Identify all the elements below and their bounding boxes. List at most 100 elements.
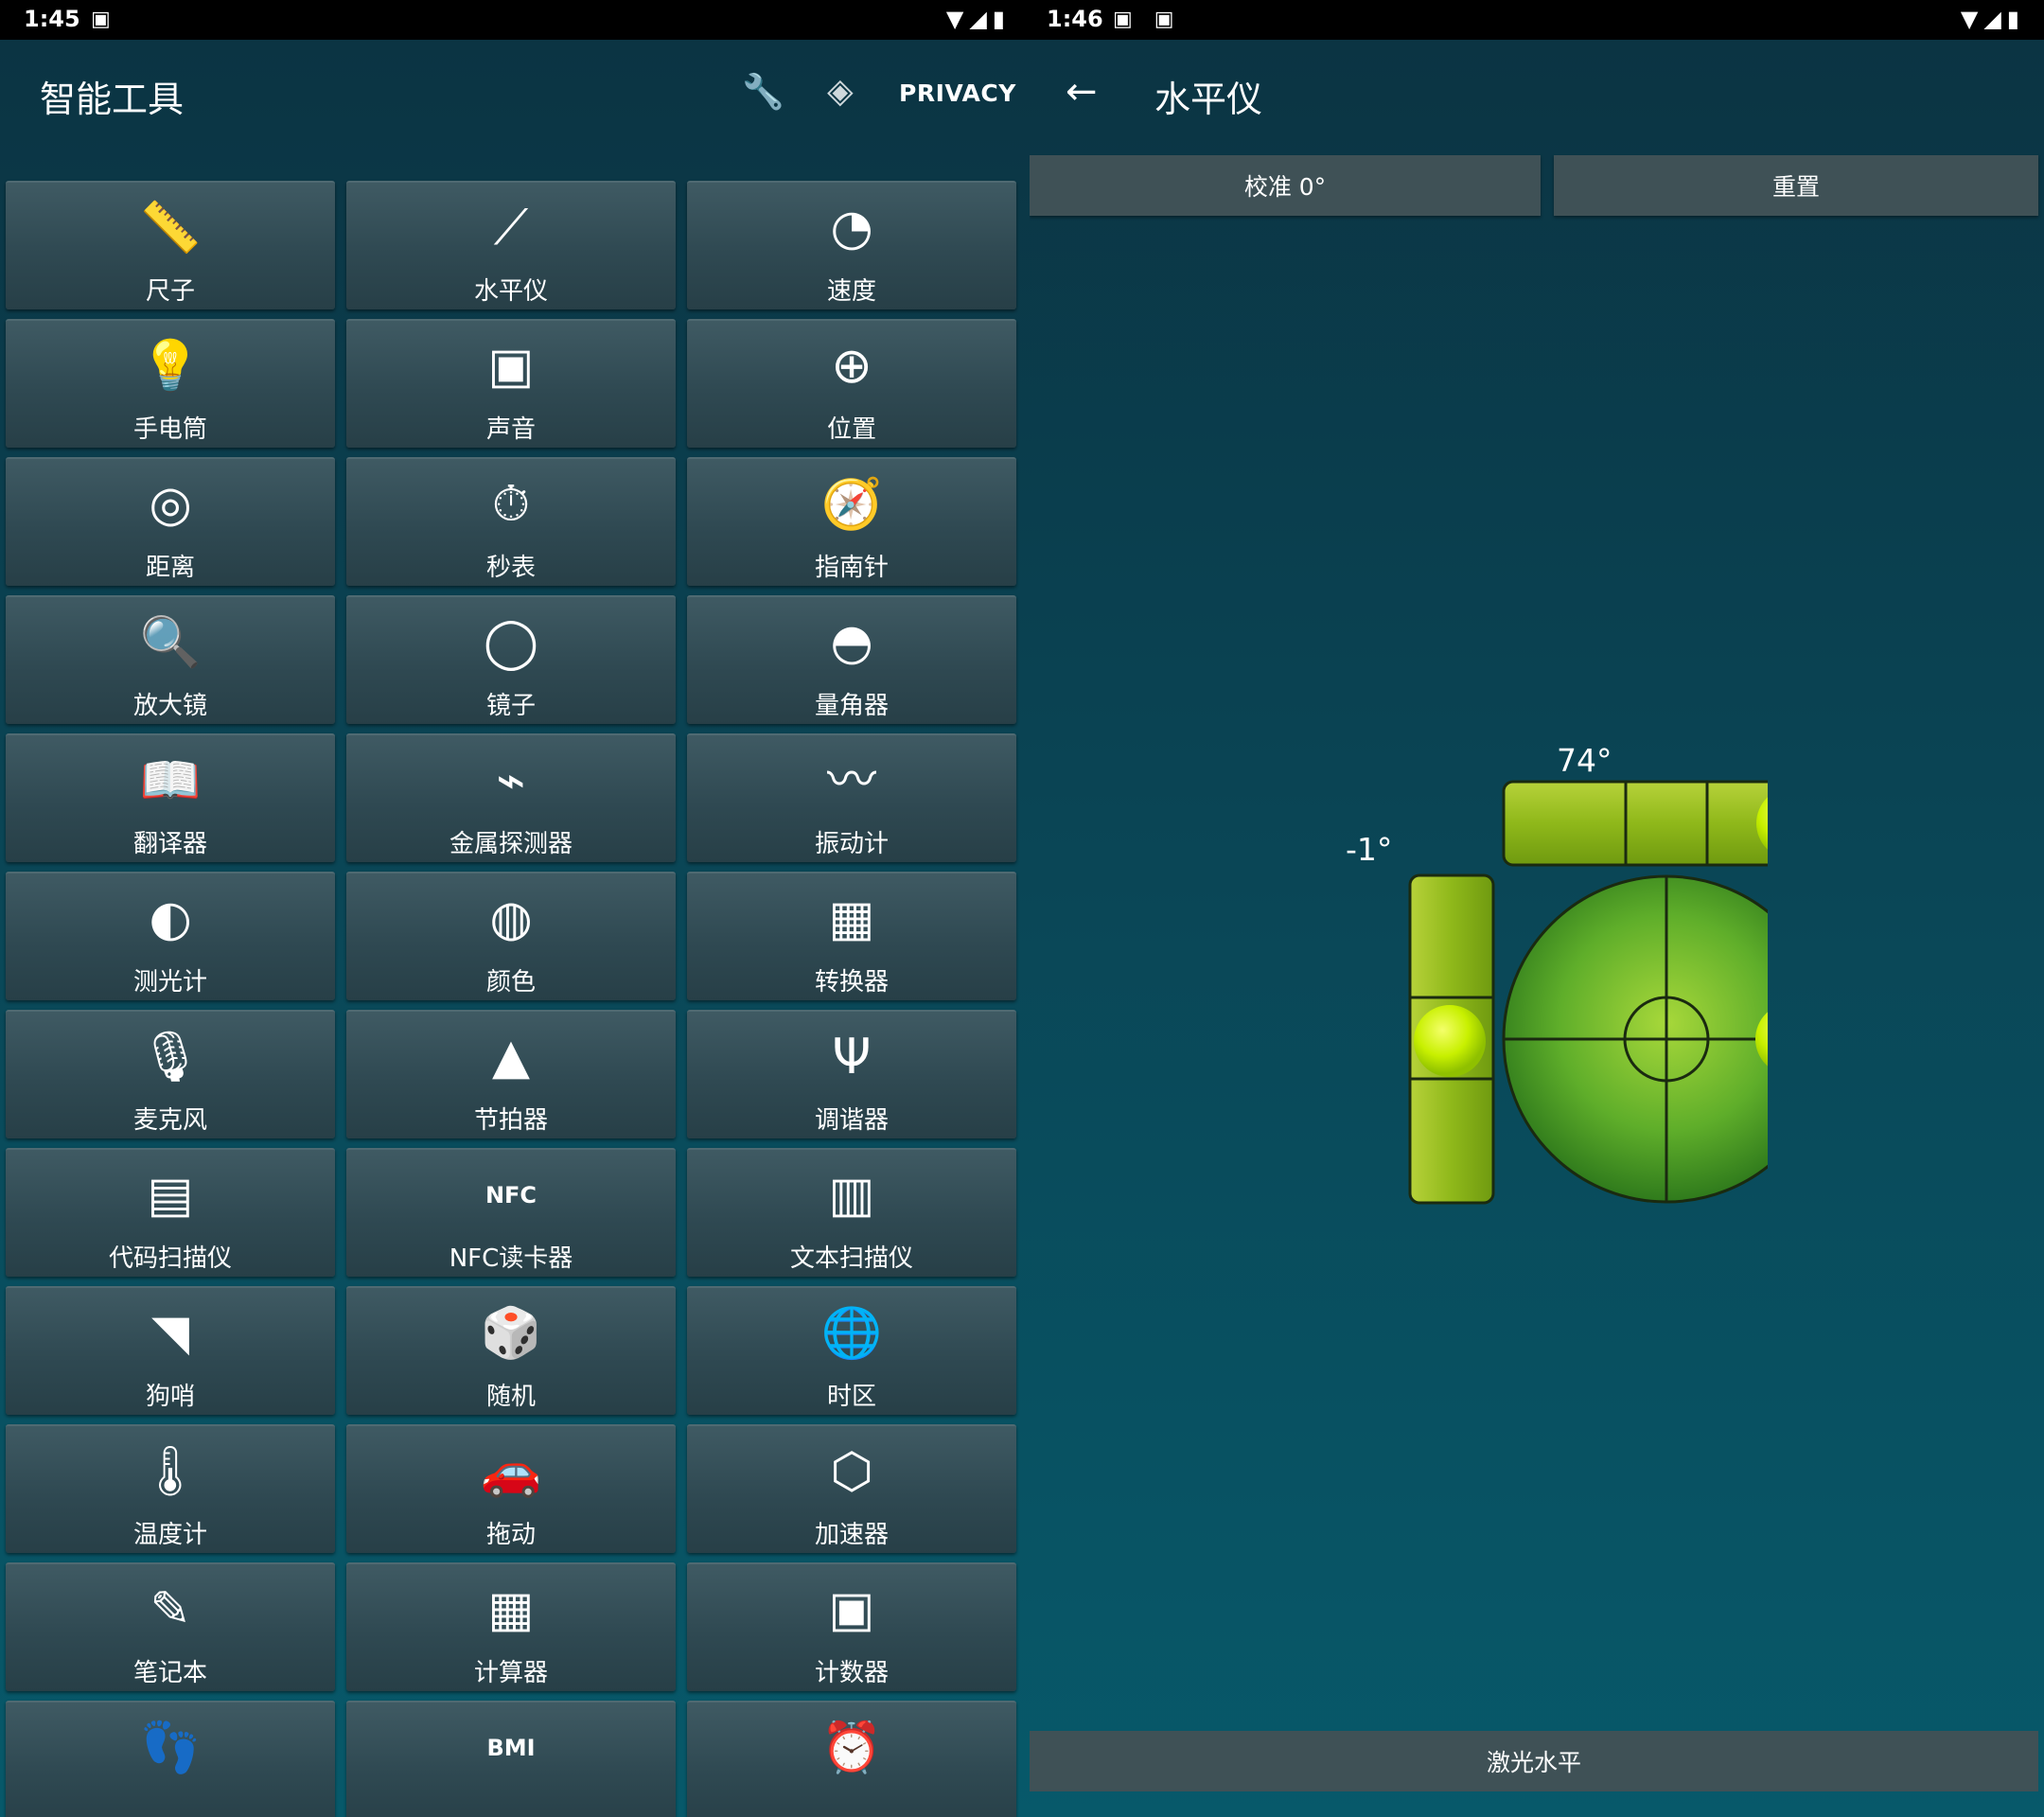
vertical-tube	[1408, 873, 1495, 1205]
tool-tile[interactable]: Ψ 调谐器	[687, 1010, 1016, 1138]
tool-tile[interactable]: 📏 尺子	[6, 181, 335, 309]
tool-icon: ▤	[147, 1167, 194, 1224]
navigation-icon[interactable]: ◈	[827, 72, 854, 111]
status-bar: 1:46 ▣ ▣ ▼◢▮	[1030, 0, 2044, 40]
level-screen: 1:46 ▣ ▣ ▼◢▮ ← 水平仪 校准 0° 重置 74° -1° 激光水平	[1030, 0, 2044, 1817]
tool-icon: 🚗	[480, 1443, 542, 1500]
tool-icon: 〰	[826, 752, 876, 809]
tool-label: 翻译器	[132, 830, 207, 858]
status-time: 1:45	[24, 6, 80, 32]
tool-icon: ⌁	[496, 752, 526, 809]
tool-tile[interactable]: 🌡 温度计	[6, 1424, 335, 1553]
tool-icon: 🌡	[138, 1443, 202, 1500]
tool-label: 麦克风	[132, 1106, 207, 1135]
tool-icon: BMI	[486, 1735, 536, 1761]
circular-level	[1502, 874, 1768, 1204]
tool-label: 振动计	[814, 830, 889, 858]
tool-label: 时区	[826, 1383, 876, 1411]
tool-tile[interactable]: ▦ 转换器	[687, 872, 1016, 1000]
tool-label: 位置	[826, 415, 876, 444]
tool-tile[interactable]: ⌁ 金属探测器	[346, 733, 676, 862]
tool-icon: ⏱	[491, 476, 531, 533]
tool-tile[interactable]: 🌐 时区	[687, 1286, 1016, 1415]
tool-icon: ◓	[830, 614, 873, 671]
calibrate-button[interactable]: 校准 0°	[1030, 155, 1541, 216]
tool-tile[interactable]: ◐ 测光计	[6, 872, 335, 1000]
tool-icon: ◐	[149, 891, 192, 947]
tool-icon: ⊕	[831, 338, 872, 395]
tool-tile[interactable]: 〰振动计	[687, 733, 1016, 862]
tool-label: 节拍器	[473, 1106, 548, 1135]
tool-icon: 🧭	[820, 476, 883, 533]
tool-tile[interactable]: ⊕ 位置	[687, 319, 1016, 448]
status-right-icons: ▼◢▮	[945, 6, 1011, 32]
tool-icon: ✎	[150, 1581, 191, 1638]
tool-label: 计数器	[814, 1659, 889, 1687]
tool-tile[interactable]: ◍ 颜色	[346, 872, 676, 1000]
tool-tile[interactable]: ▥ 文本扫描仪	[687, 1148, 1016, 1277]
tool-tile[interactable]: ▣ 声音	[346, 319, 676, 448]
notification-icons: ▣	[91, 8, 118, 31]
status-time: 1:46	[1047, 6, 1103, 32]
tool-tile[interactable]: ⏱ 秒表	[346, 457, 676, 586]
back-arrow-icon[interactable]: ←	[1066, 70, 1098, 114]
tool-label: 拖动	[485, 1521, 536, 1549]
tool-label: NFC读卡器	[449, 1244, 573, 1273]
tool-tile[interactable]: NFC NFC读卡器	[346, 1148, 676, 1277]
tool-tile[interactable]: ◔ 速度	[687, 181, 1016, 309]
tool-tile[interactable]: ⏰	[687, 1701, 1016, 1817]
tool-label: 温度计	[132, 1521, 207, 1549]
wrench-icon[interactable]: 🔧	[742, 72, 784, 112]
tool-icon: ▣	[828, 1581, 875, 1638]
tool-icon: 📏	[139, 200, 202, 256]
tool-label: 镜子	[485, 692, 536, 720]
tool-tile[interactable]: ▲ 节拍器	[346, 1010, 676, 1138]
tool-label: 手电筒	[132, 415, 207, 444]
tool-tile[interactable]: ◥ 狗哨	[6, 1286, 335, 1415]
tool-icon: NFC	[485, 1182, 537, 1208]
tool-tile[interactable]: 🎙 麦克风	[6, 1010, 335, 1138]
tool-tile[interactable]: 👣	[6, 1701, 335, 1817]
tool-icon: 🔍	[139, 614, 202, 671]
tool-tile[interactable]: 🎲 随机	[346, 1286, 676, 1415]
reset-button[interactable]: 重置	[1554, 155, 2038, 216]
laser-level-button[interactable]: 激光水平	[1030, 1731, 2038, 1791]
tool-tile[interactable]: ▤ 代码扫描仪	[6, 1148, 335, 1277]
tool-label: 声音	[485, 415, 536, 444]
tool-label: 距离	[145, 554, 195, 582]
tool-icon: ▲	[492, 1029, 530, 1085]
tool-tile[interactable]: 🔍 放大镜	[6, 595, 335, 724]
tool-label: 转换器	[814, 968, 889, 997]
tool-label: 计算器	[473, 1659, 548, 1687]
tool-tile[interactable]: ▣ 计数器	[687, 1562, 1016, 1691]
tool-tile[interactable]: ◯ 镜子	[346, 595, 676, 724]
tool-tile[interactable]: ✎ 笔记本	[6, 1562, 335, 1691]
tool-tile[interactable]: 🚗 拖动	[346, 1424, 676, 1553]
tool-label: 狗哨	[145, 1383, 195, 1411]
tool-tile[interactable]: ⬡ 加速器	[687, 1424, 1016, 1553]
tool-label: 测光计	[132, 968, 207, 997]
tool-icon: 📖	[139, 752, 202, 809]
tool-icon: 🌐	[820, 1305, 883, 1362]
notification-icons: ▣ ▣	[1113, 8, 1182, 31]
tool-label: 随机	[485, 1383, 536, 1411]
tool-icon: ◎	[149, 476, 192, 533]
tool-label: 速度	[826, 277, 876, 306]
tool-icon: ◥	[151, 1305, 189, 1362]
horizontal-angle-readout: 74°	[1557, 742, 1612, 779]
privacy-button[interactable]: PRIVACY	[899, 79, 1016, 107]
tool-tile[interactable]: ▦ 计算器	[346, 1562, 676, 1691]
tool-label: 尺子	[145, 277, 195, 306]
tool-tile[interactable]: 📖 翻译器	[6, 733, 335, 862]
tool-tile[interactable]: 🧭 指南针	[687, 457, 1016, 586]
tool-tile[interactable]: ◎ 距离	[6, 457, 335, 586]
tool-grid: 📏 尺子 ⟋ 水平仪 ◔ 速度 💡 手电筒 ▣ 声音 ⊕ 位置 ◎ 距离 ⏱ 秒表 🧭 指南针 🔍 放大镜 ◯ 镜子 ◓ 量角…	[6, 181, 1018, 1817]
tool-tile[interactable]: ⟋ 水平仪	[346, 181, 676, 309]
horizontal-tube	[1502, 780, 1768, 867]
tool-tile[interactable]: BMI	[346, 1701, 676, 1817]
tool-tile[interactable]: 💡 手电筒	[6, 319, 335, 448]
tool-label: 指南针	[814, 554, 889, 582]
tool-tile[interactable]: ◓ 量角器	[687, 595, 1016, 724]
tool-icon: ▥	[828, 1167, 875, 1224]
tool-label: 颜色	[485, 968, 536, 997]
